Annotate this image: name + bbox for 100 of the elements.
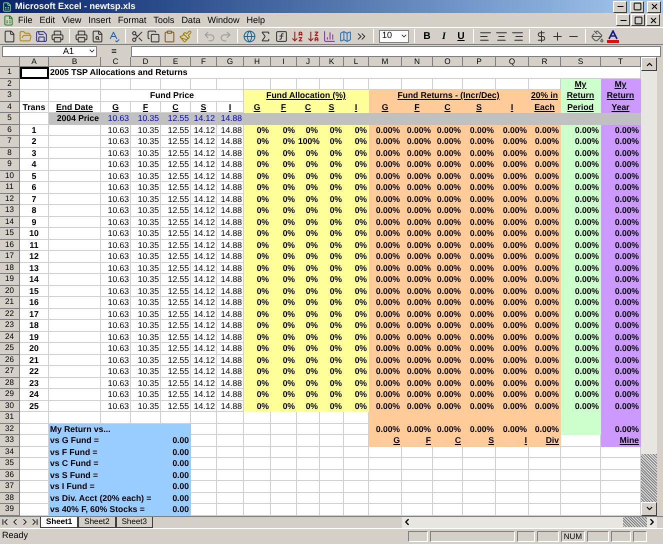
row-header[interactable]: 17 (0, 251, 20, 262)
row-header[interactable]: 20 (0, 286, 20, 297)
minimize-button[interactable] (616, 14, 630, 26)
column-header[interactable]: M (369, 57, 402, 67)
chart-icon[interactable] (323, 30, 336, 42)
sheet-tab[interactable]: Sheet3 (116, 516, 153, 528)
menu-item[interactable]: Edit (36, 16, 58, 24)
clipboard-icon[interactable] (163, 30, 176, 42)
globe-icon[interactable] (243, 30, 256, 42)
format-button[interactable]: B (420, 28, 434, 44)
align-center-icon[interactable] (495, 30, 508, 42)
row-header[interactable]: 27 (0, 366, 20, 378)
row-header[interactable]: 22 (0, 308, 20, 320)
font-size-field[interactable]: 10 (379, 30, 409, 42)
menu-item[interactable]: File (15, 16, 36, 24)
column-header[interactable]: I (271, 57, 297, 67)
vertical-scrollbar[interactable] (641, 57, 657, 516)
column-header[interactable]: O (433, 57, 463, 67)
scroll-thumb[interactable] (623, 517, 647, 527)
column-header[interactable]: E (161, 57, 191, 67)
column-header[interactable]: H (244, 57, 271, 67)
row-header[interactable]: 29 (0, 389, 20, 400)
row-header[interactable]: 10 (0, 170, 20, 182)
font-color-icon[interactable] (607, 30, 619, 42)
row-header[interactable]: 11 (0, 182, 20, 194)
column-header[interactable]: A (20, 57, 49, 67)
scroll-thumb[interactable] (641, 454, 657, 502)
menu-item[interactable]: View (59, 16, 84, 24)
row-header[interactable]: 23 (0, 320, 20, 332)
scroll-right-icon[interactable] (647, 517, 657, 527)
scissors-icon[interactable] (131, 30, 144, 42)
row-header[interactable]: 33 (0, 435, 20, 446)
row-header[interactable]: 6 (0, 124, 20, 136)
row-header[interactable]: 24 (0, 332, 20, 343)
menu-item[interactable]: Format (114, 16, 150, 24)
menu-item[interactable]: Tools (150, 16, 178, 24)
column-header[interactable]: G (217, 57, 244, 67)
select-all-corner[interactable] (0, 57, 20, 67)
row-header[interactable]: 19 (0, 274, 20, 286)
row-header[interactable]: 34 (0, 446, 20, 458)
save-icon[interactable] (35, 30, 48, 42)
new-file-icon[interactable] (3, 30, 16, 42)
row-header[interactable]: 38 (0, 492, 20, 504)
format-button[interactable]: I (437, 28, 451, 44)
row-header[interactable]: 32 (0, 424, 20, 435)
column-header[interactable]: C (101, 57, 131, 67)
column-header[interactable]: K (320, 57, 344, 67)
row-header[interactable]: 2 (0, 78, 20, 90)
maximize-button[interactable] (630, 0, 644, 12)
sort-descending-icon[interactable] (307, 30, 320, 42)
column-header[interactable]: T (601, 57, 641, 67)
column-header[interactable]: F (191, 57, 217, 67)
column-header[interactable]: N (402, 57, 433, 67)
printer-icon[interactable] (75, 30, 88, 42)
row-header[interactable]: 28 (0, 378, 20, 389)
printer-icon[interactable] (51, 30, 64, 42)
row-header[interactable]: 16 (0, 240, 20, 251)
align-right-icon[interactable] (511, 30, 524, 42)
row-header[interactable]: 25 (0, 343, 20, 354)
first-sheet-icon[interactable] (0, 517, 10, 527)
row-header[interactable]: 8 (0, 148, 20, 159)
column-header[interactable]: Q (496, 57, 529, 67)
horizontal-scrollbar[interactable] (402, 516, 657, 528)
column-header[interactable]: S (561, 57, 601, 67)
scroll-up-button[interactable] (641, 57, 657, 71)
row-header[interactable]: 31 (0, 412, 20, 424)
paint-bucket-icon[interactable] (591, 30, 604, 42)
sort-ascending-icon[interactable] (291, 30, 304, 42)
formula-equals-button[interactable]: = (99, 46, 129, 56)
close-button[interactable] (647, 0, 661, 12)
row-header[interactable]: 30 (0, 400, 20, 412)
menu-item[interactable]: Data (178, 16, 204, 24)
sheet-tab[interactable]: Sheet1 (40, 516, 78, 528)
close-button[interactable] (646, 14, 660, 26)
row-header[interactable]: 7 (0, 136, 20, 148)
column-header[interactable]: R (529, 57, 561, 67)
row-header[interactable]: 15 (0, 228, 20, 240)
minimize-button[interactable] (613, 0, 627, 12)
row-header[interactable]: 1 (0, 67, 20, 78)
increase-decimal-icon[interactable] (551, 30, 564, 42)
column-header[interactable]: P (463, 57, 496, 67)
row-header[interactable]: 13 (0, 205, 20, 216)
column-header[interactable]: L (344, 57, 369, 67)
row-header[interactable]: 9 (0, 159, 20, 170)
column-header[interactable]: J (297, 57, 320, 67)
row-header[interactable]: 14 (0, 216, 20, 228)
row-header[interactable]: 18 (0, 262, 20, 274)
restore-button[interactable] (631, 14, 645, 26)
currency-icon[interactable] (535, 30, 548, 42)
workbook-icon[interactable] (3, 14, 14, 26)
format-button[interactable]: U (454, 28, 468, 44)
last-sheet-icon[interactable] (30, 517, 40, 527)
row-header[interactable]: 12 (0, 194, 20, 205)
row-header[interactable]: 26 (0, 354, 20, 366)
menu-item[interactable]: Insert (85, 16, 114, 24)
scroll-left-icon[interactable] (402, 517, 412, 527)
print-preview-icon[interactable] (91, 30, 104, 42)
function-icon[interactable] (275, 30, 288, 42)
row-header[interactable]: 4 (0, 102, 20, 113)
spell-check-icon[interactable] (107, 30, 120, 42)
